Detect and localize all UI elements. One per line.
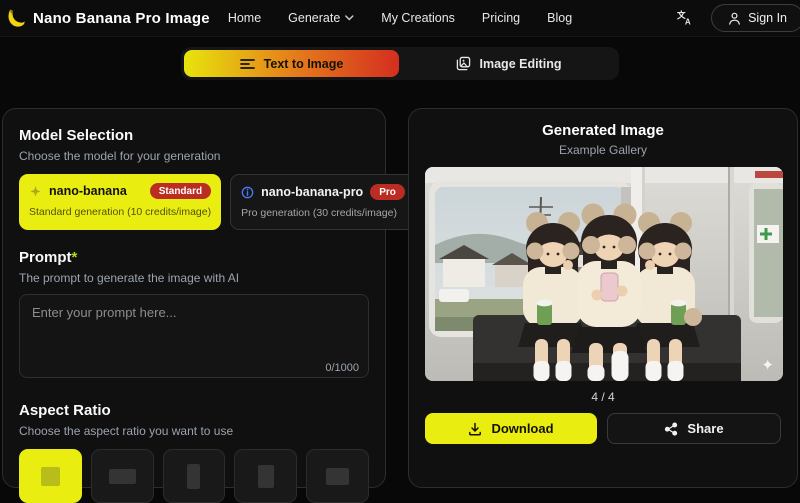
generated-image-title: Generated Image	[542, 122, 664, 139]
sparkle-icon: ✦	[761, 357, 774, 374]
share-icon	[664, 422, 678, 436]
aspect-9-16-icon	[187, 463, 201, 489]
tab-image-editing[interactable]: Image Editing	[401, 50, 616, 77]
aspect-tile-4-3[interactable]	[306, 449, 369, 503]
aspect-16-9-icon	[108, 468, 136, 484]
download-button[interactable]: Download	[425, 413, 597, 444]
prompt-subtitle: The prompt to generate the image with AI	[19, 271, 240, 285]
model-card-nano-banana-pro[interactable]: nano-banana-pro Pro Pro generation (30 c…	[230, 174, 416, 230]
aspect-ratio-tiles	[19, 449, 369, 503]
banana-icon	[6, 8, 26, 28]
generated-image-subtitle: Example Gallery	[558, 143, 648, 157]
model-card-nano-banana[interactable]: nano-banana Standard Standard generation…	[19, 174, 222, 230]
generated-image-panel: Generated Image Example Gallery ✦ 4 / 4 …	[408, 108, 798, 488]
user-icon	[728, 12, 741, 25]
model-selection-subtitle: Choose the model for your generation	[19, 149, 221, 163]
model-description: Pro generation (30 credits/image)	[241, 207, 397, 219]
top-navbar: Nano Banana Pro Image Home Generate My C…	[0, 0, 800, 37]
char-counter: 0/1000	[325, 362, 359, 374]
aspect-ratio-title: Aspect Ratio	[19, 402, 111, 419]
model-description: Standard generation (10 credits/image)	[29, 206, 212, 218]
download-icon	[468, 422, 482, 436]
nav-item-my-creations[interactable]: My Creations	[381, 11, 455, 25]
nav-item-home[interactable]: Home	[228, 11, 261, 25]
image-actions: Download Share	[425, 413, 781, 444]
model-selection-title: Model Selection	[19, 127, 134, 144]
aspect-1-1-icon	[40, 466, 60, 486]
translate-icon[interactable]: A	[671, 5, 697, 31]
svg-text:A: A	[685, 17, 691, 26]
nav-item-blog[interactable]: Blog	[547, 11, 572, 25]
required-marker: *	[71, 249, 78, 266]
tab-text-to-image[interactable]: Text to Image	[184, 50, 399, 77]
sign-in-button[interactable]: Sign In	[711, 4, 800, 32]
prompt-input[interactable]	[19, 294, 369, 378]
aspect-tile-3-4[interactable]	[234, 449, 298, 503]
aspect-tile-9-16[interactable]	[162, 449, 226, 503]
brand-title: Nano Banana Pro Image	[33, 9, 210, 27]
sparkles-icon	[29, 185, 42, 198]
aspect-tile-16-9[interactable]	[90, 449, 154, 503]
model-cards: nano-banana Standard Standard generation…	[19, 174, 416, 230]
chevron-down-icon	[345, 15, 354, 21]
text-lines-icon	[239, 58, 255, 70]
image-edit-icon	[456, 56, 471, 71]
prompt-title: Prompt*	[19, 249, 78, 266]
info-icon	[241, 186, 254, 199]
generated-photo: ✦	[425, 167, 783, 381]
main-nav: Home Generate My Creations Pricing Blog	[228, 11, 572, 25]
model-badge: Pro	[370, 184, 405, 200]
aspect-ratio-subtitle: Choose the aspect ratio you want to use	[19, 424, 234, 438]
gallery-counter: 4 / 4	[591, 390, 615, 404]
generation-settings-panel: Model Selection Choose the model for you…	[2, 108, 416, 503]
header-right: A Sign In	[671, 4, 800, 32]
model-badge: Standard	[149, 183, 212, 199]
aspect-tile-1-1[interactable]	[19, 449, 82, 503]
brand[interactable]: Nano Banana Pro Image	[6, 8, 210, 28]
model-name: nano-banana	[49, 184, 127, 198]
mode-toggle: Text to Image Image Editing	[181, 47, 619, 80]
share-button[interactable]: Share	[607, 413, 781, 444]
model-name: nano-banana-pro	[261, 185, 364, 199]
aspect-3-4-icon	[257, 464, 274, 488]
aspect-4-3-icon	[326, 467, 350, 485]
prompt-box: 0/1000	[19, 294, 369, 383]
nav-item-pricing[interactable]: Pricing	[482, 11, 520, 25]
nav-item-generate[interactable]: Generate	[288, 11, 354, 25]
